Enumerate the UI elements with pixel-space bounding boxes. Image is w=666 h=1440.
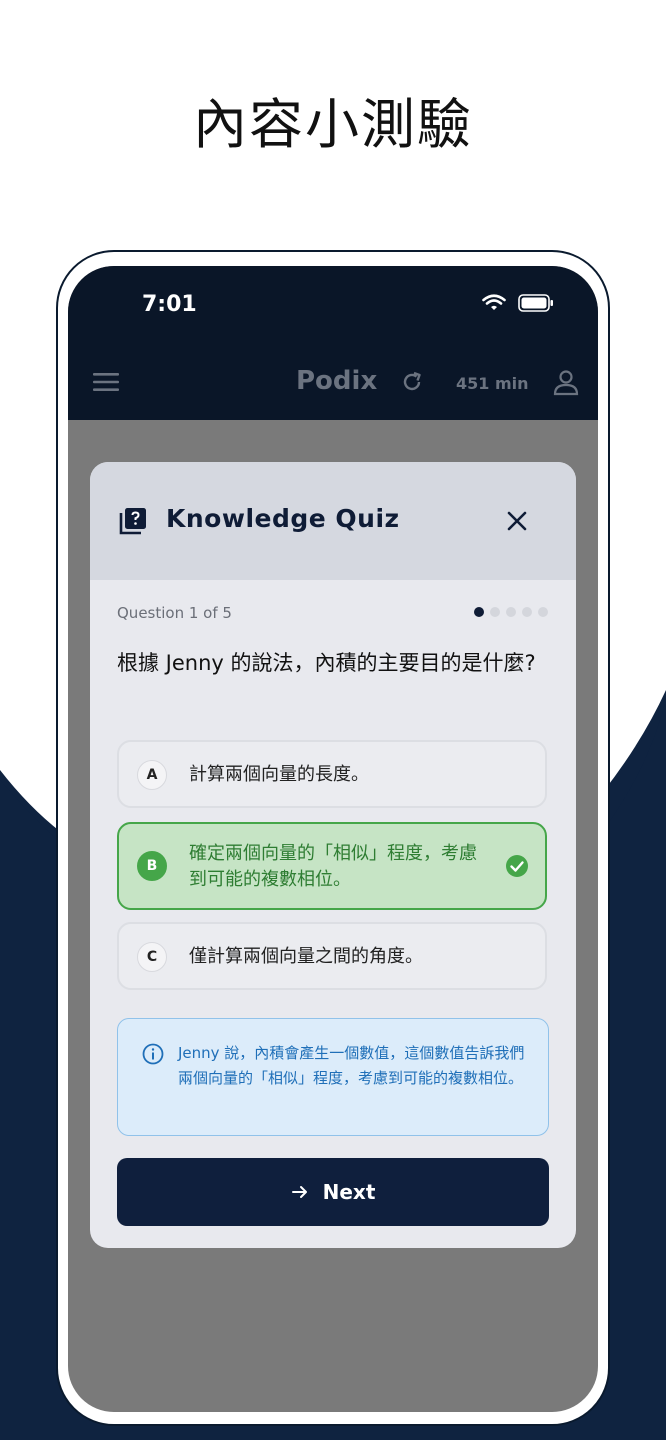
explanation-text: Jenny 說，內積會產生一個數值，這個數值告訴我們兩個向量的「相似」程度，考慮… <box>178 1044 525 1087</box>
option-text: 確定兩個向量的「相似」程度，考慮到可能的複數相位。 <box>189 843 477 890</box>
user-icon[interactable] <box>552 368 580 396</box>
progress-dots <box>474 607 548 617</box>
option-text: 僅計算兩個向量之間的角度。 <box>189 946 423 967</box>
option-b[interactable]: B 確定兩個向量的「相似」程度，考慮到可能的複數相位。 <box>117 822 547 910</box>
option-letter: A <box>137 760 167 790</box>
status-bar: 7:01 <box>68 266 598 346</box>
progress-dot <box>522 607 532 617</box>
modal-title: Knowledge Quiz <box>166 504 400 533</box>
minutes-remaining: 451 min <box>456 374 529 393</box>
progress-dot <box>474 607 484 617</box>
question-counter: Question 1 of 5 <box>117 604 232 622</box>
option-letter: B <box>137 851 167 881</box>
option-letter: C <box>137 942 167 972</box>
phone-screen: 7:01 Podix 451 min Knowledge Quiz Questi… <box>68 266 598 1412</box>
status-time: 7:01 <box>142 292 197 317</box>
option-c[interactable]: C 僅計算兩個向量之間的角度。 <box>117 922 547 990</box>
status-icons <box>482 294 554 312</box>
quiz-modal: Knowledge Quiz Question 1 of 5 根據 Jenny … <box>90 462 576 1248</box>
next-label: Next <box>322 1180 376 1204</box>
option-text: 計算兩個向量的長度。 <box>189 764 369 785</box>
progress-dot <box>538 607 548 617</box>
question-text: 根據 Jenny 的說法，內積的主要目的是什麼? <box>117 651 536 675</box>
info-icon <box>142 1043 164 1065</box>
wifi-icon <box>482 294 506 310</box>
explanation-box: Jenny 說，內積會產生一個數值，這個數值告訴我們兩個向量的「相似」程度，考慮… <box>117 1018 549 1136</box>
progress-dot <box>506 607 516 617</box>
progress-dot <box>490 607 500 617</box>
app-title: Podix <box>296 366 378 396</box>
app-header: Podix 451 min <box>68 346 598 420</box>
close-icon[interactable] <box>502 506 532 536</box>
arrow-right-icon <box>291 1186 307 1198</box>
quiz-icon <box>119 508 146 535</box>
modal-header: Knowledge Quiz <box>90 462 576 580</box>
battery-icon <box>518 294 553 312</box>
page-headline: 內容小測驗 <box>193 93 473 156</box>
refresh-icon[interactable] <box>400 370 424 394</box>
option-a[interactable]: A 計算兩個向量的長度。 <box>117 740 547 808</box>
menu-icon[interactable] <box>92 370 120 394</box>
next-button[interactable]: Next <box>117 1158 549 1226</box>
check-circle-icon <box>506 855 528 877</box>
